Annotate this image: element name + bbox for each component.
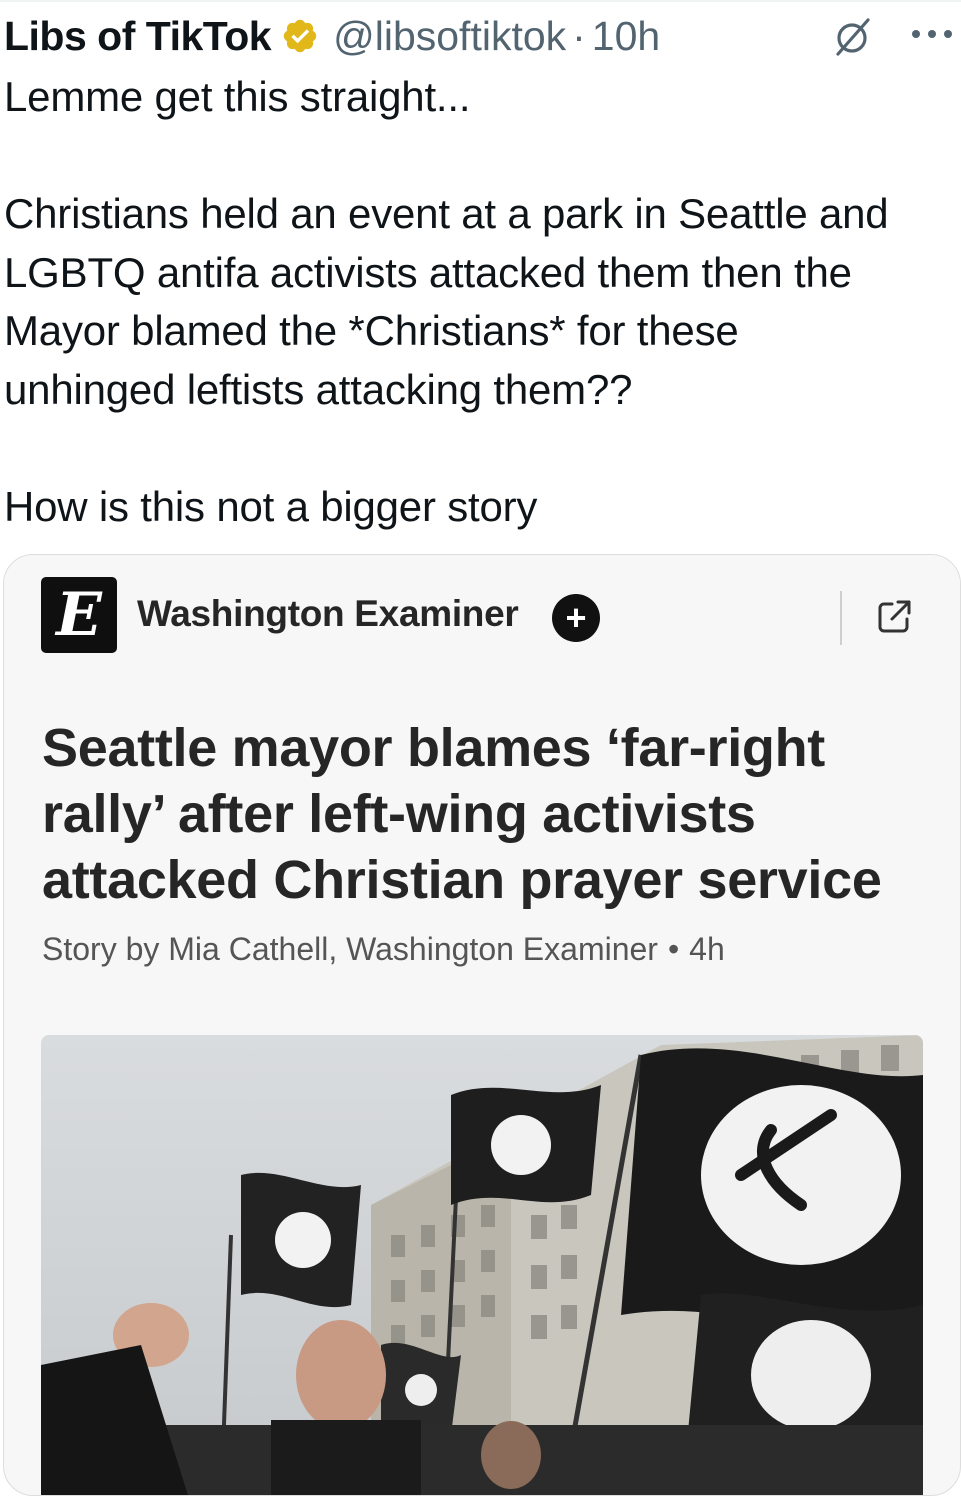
separator-dot: ·: [572, 12, 586, 59]
headline-line: Seattle mayor blames ‘far-right: [42, 718, 825, 778]
tweet-text-line: Mayor blamed the *Christians* for these: [4, 307, 739, 354]
tweet-text-line: LGBTQ antifa activists attacked them the…: [4, 248, 852, 296]
tweet-text: Lemme get this straight... Christians he…: [4, 68, 959, 536]
vertical-divider: [840, 591, 842, 645]
card-publisher-bar: E Washington Examiner +: [4, 555, 960, 691]
byline-bullet: •: [667, 931, 680, 967]
tweet-text-blank: [4, 127, 959, 186]
plus-icon: +: [565, 597, 587, 638]
publisher-logo[interactable]: E: [41, 577, 117, 653]
headline-line: rally’ after left-wing activists: [42, 784, 756, 844]
external-link-icon[interactable]: [874, 597, 914, 637]
author-name[interactable]: Libs of TikTok: [4, 13, 272, 60]
tweet-text-line: How is this not a bigger story: [4, 482, 538, 530]
tweet-text-line: Christians held an event at a park in Se…: [4, 190, 889, 237]
publisher-name[interactable]: Washington Examiner: [137, 593, 519, 635]
tweet-text-line: unhinged leftists attacking them??: [4, 365, 633, 413]
top-divider: [0, 0, 961, 2]
article-age: 4h: [689, 931, 725, 967]
tweet-time[interactable]: 10h: [592, 13, 660, 60]
follow-publisher-button[interactable]: +: [552, 594, 600, 642]
grok-icon[interactable]: [830, 14, 874, 58]
article-photo[interactable]: [41, 1035, 923, 1496]
tweet-text-blank: [4, 419, 959, 478]
tweet-text-line: Lemme get this straight...: [4, 73, 471, 120]
byline-text: Story by Mia Cathell, Washington Examine…: [42, 931, 658, 967]
verified-badge-icon[interactable]: [281, 17, 319, 55]
author-handle[interactable]: @libsoftiktok: [333, 13, 566, 60]
article-headline[interactable]: Seattle mayor blames ‘far-right rally’ a…: [42, 715, 942, 913]
link-preview-card[interactable]: E Washington Examiner + Seattle mayor bl…: [3, 554, 961, 1496]
headline-line: attacked Christian prayer service: [42, 850, 882, 910]
tweet-header: Libs of TikTok @libsoftiktok · 10h: [4, 8, 954, 64]
publisher-logo-letter: E: [56, 580, 102, 650]
article-byline: Story by Mia Cathell, Washington Examine…: [42, 931, 725, 968]
more-options-icon[interactable]: [908, 22, 956, 46]
